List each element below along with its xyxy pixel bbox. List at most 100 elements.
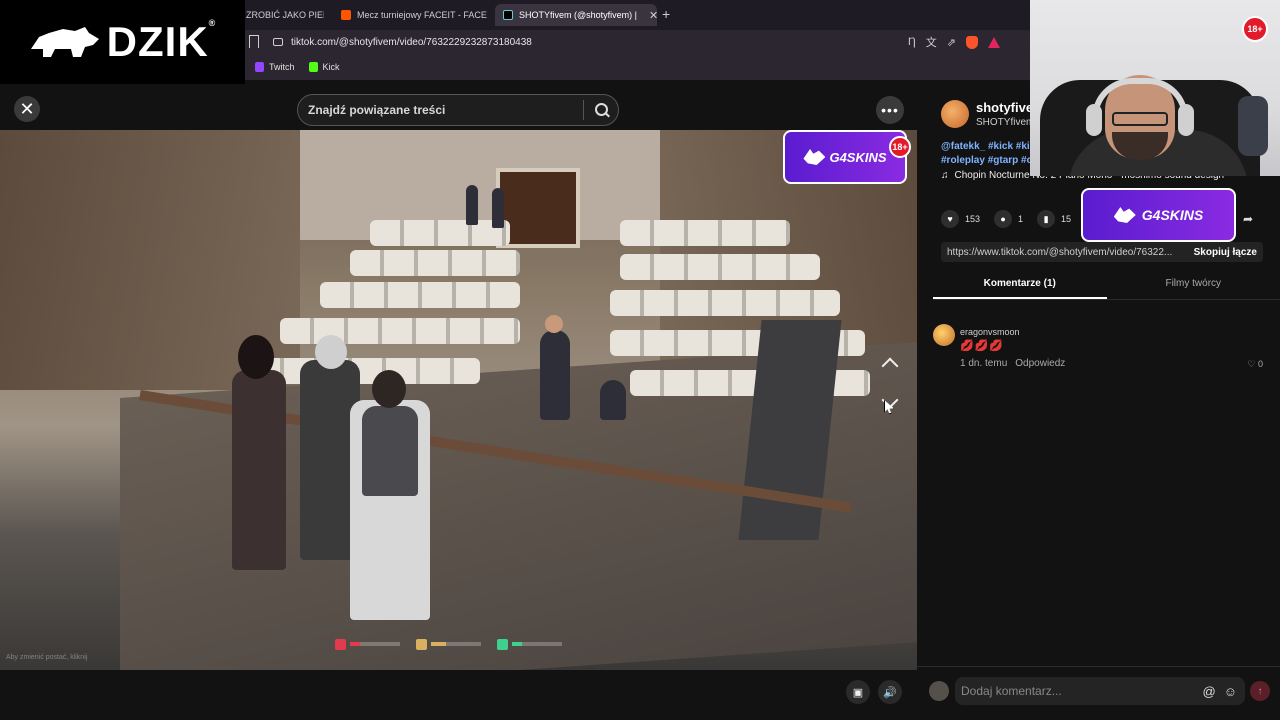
browser-tab-1[interactable]: ZROBIĆ JAKO PIERW (238, 4, 324, 26)
speaker-icon: 🔊 (883, 686, 897, 699)
pip-icon: ▣ (852, 686, 864, 699)
heart-outline-icon: ♡ (1247, 359, 1256, 369)
share-arrow-icon[interactable]: ➦ (1243, 212, 1253, 226)
food-icon (416, 638, 427, 650)
close-tab-icon[interactable]: ✕ (649, 9, 657, 22)
tab-creator-videos[interactable]: Filmy twórcy (1107, 278, 1280, 299)
creator-nickname: SHOTYfivem (976, 117, 1035, 128)
picture-in-picture-button[interactable]: ▣ (846, 680, 870, 704)
tab-title: SHOTYfivem (@shotyfivem) | (519, 10, 637, 20)
comment-icon: ● (994, 210, 1013, 228)
comment-like-count: 0 (1257, 359, 1263, 369)
bookmarks-bar: Twitch Kick (245, 54, 1030, 80)
no-tracking-icon[interactable]: Ƞ (908, 36, 916, 48)
close-icon: ✕ (19, 98, 35, 119)
comment-input[interactable]: Dodaj komentarz... @ ☺ (955, 677, 1245, 705)
comment-text: 💋💋💋 (960, 340, 1005, 352)
comment-button[interactable]: ● 1 (994, 210, 1023, 228)
comment-count: 1 (1018, 214, 1024, 224)
bookmark-icon[interactable] (249, 35, 259, 48)
webcam-age-badge: 18+ (1242, 16, 1268, 42)
commenter-username[interactable]: eragonvsmoon (960, 327, 1020, 337)
streamer-webcam: 18+ (1030, 0, 1280, 176)
sponsor-text: G4SKINS (829, 149, 887, 165)
tab-comments[interactable]: Komentarze (1) (933, 278, 1107, 299)
brave-rewards-icon[interactable] (988, 36, 1000, 48)
character-5 (600, 380, 626, 420)
video-frame[interactable]: Aby zmienić postać, kliknij (0, 130, 917, 670)
save-button[interactable]: ▮ 15 (1037, 210, 1071, 228)
comment-time: 1 dn. temu (960, 358, 1008, 369)
health-icon (335, 638, 346, 650)
comment-like-button[interactable]: ♡ 0 (1247, 359, 1263, 370)
video-details-panel: shotyfivem SHOTYfivem @fatekk_ #kick #ki… (917, 84, 1280, 720)
bookmark-twitch[interactable]: Twitch (255, 62, 295, 72)
volume-button[interactable]: 🔊 (878, 680, 902, 704)
like-button[interactable]: ♥ 153 (941, 210, 980, 228)
copy-link-button[interactable]: Skopiuj łącze (1188, 247, 1263, 258)
post-comment-button[interactable]: ↑ (1250, 681, 1270, 701)
tab-title: Mecz turniejowy FACEIT - FACEIT.com (357, 10, 487, 20)
previous-video-button[interactable] (880, 352, 900, 372)
search-input[interactable]: Znajdź powiązane treści (298, 103, 583, 117)
address-bar: tiktok.com/@shotyfivem/video/76322292328… (245, 30, 1030, 54)
brave-shield-icon[interactable] (966, 35, 978, 49)
search-icon[interactable] (584, 95, 618, 125)
bookmark-label: Kick (322, 62, 340, 72)
bookmark-icon: ▮ (1037, 210, 1056, 228)
bookmark-kick[interactable]: Kick (308, 62, 340, 72)
shelf-figure (1238, 96, 1268, 156)
hud-hint-text: Aby zmienić postać, kliknij (6, 654, 88, 661)
creator-avatar[interactable] (941, 100, 969, 128)
boar-icon (30, 27, 99, 57)
video-description-tags[interactable]: @fatekk_ #kick #kic #roleplay #gtarp #c (941, 140, 1041, 168)
character-4 (540, 330, 570, 420)
sponsor-text: G4SKINS (1141, 207, 1204, 223)
emoji-icon[interactable]: ☺ (1224, 684, 1237, 699)
character-7 (492, 188, 504, 228)
browser-tab-active[interactable]: SHOTYfivem (@shotyfivem) | ✕ (495, 4, 657, 26)
age-badge: 18+ (889, 136, 911, 158)
water-icon (497, 638, 508, 650)
more-icon: ••• (881, 102, 899, 118)
dzik-logo: DZIK® (0, 0, 245, 84)
tiktok-icon (503, 10, 513, 20)
commenter-avatar[interactable] (933, 324, 955, 346)
translate-icon[interactable]: 文 (926, 34, 937, 50)
heart-icon: ♥ (941, 210, 959, 228)
share-icon[interactable]: ⇗ (947, 36, 956, 49)
bookmark-label: Twitch (269, 62, 295, 72)
panther-icon (1113, 207, 1136, 223)
mention-icon[interactable]: @ (1203, 684, 1216, 699)
comment-composer: Dodaj komentarz... @ ☺ ↑ (917, 666, 1280, 720)
url-text: tiktok.com/@shotyfivem/video/76322292328… (291, 36, 532, 48)
comment-placeholder: Dodaj komentarz... (961, 684, 1062, 698)
faceit-icon (341, 10, 351, 20)
headset-ear-right (1178, 104, 1194, 136)
music-note-icon: ♫ (941, 170, 949, 181)
character-6 (466, 185, 478, 225)
game-hud (335, 636, 585, 652)
comment-item: eragonvsmoon 💋💋💋 1 dn. temu Odpowiedz ♡ … (933, 324, 1263, 374)
comment-meta: 1 dn. temu Odpowiedz (960, 358, 1065, 369)
browser-tab-2[interactable]: Mecz turniejowy FACEIT - FACEIT.com (333, 4, 487, 26)
more-options-button[interactable]: ••• (876, 96, 904, 124)
save-count: 15 (1061, 214, 1072, 224)
twitch-icon (255, 62, 264, 72)
tiktok-video-area: ✕ Znajdź powiązane treści ••• Aby zmieni… (0, 84, 917, 720)
related-search-bar[interactable]: Znajdź powiązane treści (297, 94, 619, 126)
dzik-wordmark: DZIK® (106, 18, 217, 65)
share-link-row: https://www.tiktok.com/@shotyfivem/video… (941, 242, 1263, 262)
close-video-button[interactable]: ✕ (14, 96, 40, 122)
kick-icon (308, 62, 318, 72)
stream-screen: ZROBIĆ JAKO PIERW Mecz turniejowy FACEIT… (0, 0, 1280, 720)
g4skins-banner-small: G4SKINS (783, 130, 907, 184)
url-field[interactable]: tiktok.com/@shotyfivem/video/76322292328… (265, 32, 865, 52)
new-tab-button[interactable]: + (662, 6, 670, 22)
reply-button[interactable]: Odpowiedz (1015, 358, 1065, 369)
character-1 (232, 370, 286, 570)
site-info-icon[interactable] (273, 38, 283, 46)
g4skins-banner-large: G4SKINS (1081, 188, 1236, 242)
tab-title: ZROBIĆ JAKO PIERW (246, 10, 324, 20)
like-count: 153 (965, 214, 981, 224)
